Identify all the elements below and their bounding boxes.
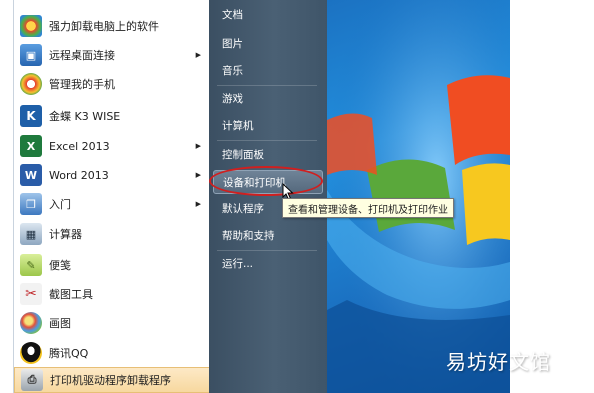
link-documents[interactable]: 文档 (209, 3, 327, 25)
link-run[interactable]: 运行... (209, 252, 327, 274)
link-label: 图片 (222, 37, 243, 50)
start-menu-programs-list: 强力卸载电脑上的软件 ▣ 远程桌面连接 ▶ 管理我的手机 K 金蝶 K3 WIS… (13, 0, 210, 393)
link-help-and-support[interactable]: 帮助和支持 (209, 224, 327, 246)
flower-app-icon (20, 15, 42, 37)
link-label: 运行... (222, 257, 254, 270)
submenu-arrow-icon: ▶ (195, 171, 201, 179)
sticky-notes-icon: ✎ (20, 254, 42, 276)
program-label: 入门 (49, 198, 71, 211)
kingdee-k3-icon: K (20, 105, 42, 127)
program-label: 金蝶 K3 WISE (49, 110, 121, 123)
link-devices-and-printers[interactable]: 设备和打印机 (213, 170, 323, 194)
link-label: 文档 (222, 8, 243, 21)
program-label: 腾讯QQ (49, 347, 89, 360)
program-item-kingdee[interactable]: K 金蝶 K3 WISE (14, 102, 210, 130)
link-computer[interactable]: 计算机 (209, 114, 327, 136)
watermark-text: 易坊好文馆 (446, 350, 551, 374)
program-label: 打印机驱动程序卸载程序 (50, 374, 171, 387)
program-label: Word 2013 (49, 168, 109, 182)
link-label: 默认程序 (222, 202, 264, 215)
phone-manager-icon (20, 73, 42, 95)
program-label: 强力卸载电脑上的软件 (49, 20, 159, 33)
tooltip: 查看和管理设备、打印机及打印作业 (282, 198, 454, 218)
program-item-uninstaller[interactable]: 强力卸载电脑上的软件 (14, 12, 210, 40)
submenu-arrow-icon: ▶ (195, 51, 201, 59)
program-item-excel[interactable]: X Excel 2013 ▶ (14, 132, 210, 160)
link-label: 控制面板 (222, 148, 264, 161)
separator (217, 140, 317, 141)
submenu-arrow-icon: ▶ (195, 142, 201, 150)
program-item-remote-desktop[interactable]: ▣ 远程桌面连接 ▶ (14, 41, 210, 69)
program-label: 便笺 (49, 259, 71, 272)
program-label: 管理我的手机 (49, 78, 115, 91)
program-label: Excel 2013 (49, 139, 110, 153)
windows-logo-icon (327, 0, 510, 393)
link-games[interactable]: 游戏 (209, 87, 327, 109)
program-item-calculator[interactable]: ▦ 计算器 (14, 220, 210, 248)
program-item-getting-started[interactable]: ❐ 入门 ▶ (14, 190, 210, 218)
link-pictures[interactable]: 图片 (209, 32, 327, 54)
program-item-printer-uninstaller[interactable]: ⎙ 打印机驱动程序卸载程序 (14, 367, 210, 393)
calculator-icon: ▦ (20, 223, 42, 245)
program-item-snipping-tool[interactable]: ✂ 截图工具 (14, 280, 210, 308)
program-item-sticky-notes[interactable]: ✎ 便笺 (14, 251, 210, 279)
excel-icon: X (20, 135, 42, 157)
program-item-qq[interactable]: 腾讯QQ (14, 339, 210, 367)
link-label: 设备和打印机 (223, 176, 286, 189)
program-label: 截图工具 (49, 288, 93, 301)
link-label: 计算机 (222, 119, 254, 132)
separator (217, 250, 317, 251)
getting-started-icon: ❐ (20, 193, 42, 215)
program-item-paint[interactable]: 画图 (14, 309, 210, 337)
remote-desktop-icon: ▣ (20, 44, 42, 66)
link-label: 音乐 (222, 64, 243, 77)
program-label: 计算器 (49, 228, 82, 241)
qq-icon (20, 342, 42, 364)
word-icon: W (20, 164, 42, 186)
link-music[interactable]: 音乐 (209, 59, 327, 81)
link-label: 游戏 (222, 92, 243, 105)
paint-icon (20, 312, 42, 334)
start-menu-links-panel: 文档 图片 音乐 游戏 计算机 控制面板 设备和打印机 默认程序 帮助和支持 运… (209, 0, 327, 393)
snipping-tool-icon: ✂ (20, 283, 42, 305)
program-item-word[interactable]: W Word 2013 ▶ (14, 161, 210, 189)
program-label: 远程桌面连接 (49, 49, 115, 62)
tooltip-text: 查看和管理设备、打印机及打印作业 (288, 204, 448, 216)
submenu-arrow-icon: ▶ (195, 200, 201, 208)
printer-uninstall-icon: ⎙ (21, 369, 43, 391)
program-item-phone-manager[interactable]: 管理我的手机 (14, 70, 210, 98)
desktop-wallpaper (327, 0, 510, 393)
link-label: 帮助和支持 (222, 229, 275, 242)
link-control-panel[interactable]: 控制面板 (209, 143, 327, 165)
program-label: 画图 (49, 317, 71, 330)
separator (217, 85, 317, 86)
